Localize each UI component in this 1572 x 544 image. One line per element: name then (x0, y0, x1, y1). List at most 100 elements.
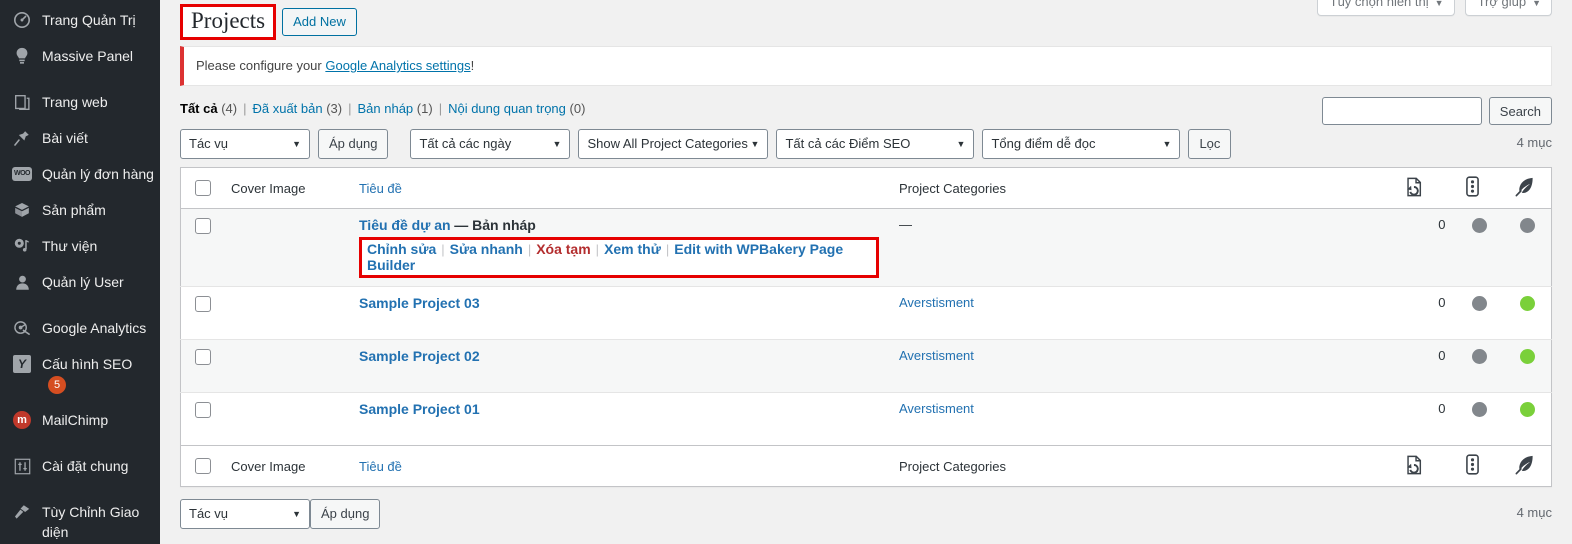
select-all-checkbox[interactable] (195, 180, 211, 197)
sidebar-item-general-settings[interactable]: Cài đặt chung (0, 448, 160, 484)
readability-feather-icon[interactable] (1514, 176, 1535, 200)
bulk-action-select-top[interactable]: Tác vụ ▼ (180, 129, 310, 159)
bulk-action-value: Tác vụ (189, 136, 229, 151)
column-header-cover-image: Cover Image (221, 167, 349, 209)
row-action-preview[interactable]: Xem thử (604, 241, 661, 257)
seo-score-filter-select[interactable]: Tất cả các Điểm SEO ▼ (776, 129, 975, 159)
sidebar-item-customizer[interactable]: Tùy Chỉnh Giao diện (0, 494, 160, 544)
table-row: Sample Project 02 Averstisment 0 (180, 339, 1552, 393)
tablenav-bottom: Tác vụ ▼ Áp dụng 4 mục (180, 499, 1552, 529)
row-category-link[interactable]: Averstisment (899, 401, 974, 416)
row-title-cell: Sample Project 01 (349, 392, 889, 446)
select-all-checkbox-footer[interactable] (195, 458, 211, 475)
separator: | (348, 101, 352, 116)
row-checkbox[interactable] (195, 217, 211, 234)
screen-options-button[interactable]: Tùy chọn hiển thị ▼ (1316, 0, 1455, 16)
row-category-link[interactable]: Averstisment (899, 348, 974, 363)
row-select-cell (180, 286, 221, 340)
row-seo-score-cell (1455, 208, 1504, 287)
sidebar-item-mailchimp[interactable]: m MailChimp (0, 402, 160, 438)
row-checkbox[interactable] (195, 295, 211, 312)
row-title-link[interactable]: Sample Project 02 (359, 348, 480, 364)
sidebar-item-products[interactable]: Sản phẩm (0, 192, 160, 228)
readability-dot (1519, 349, 1535, 365)
google-analytics-settings-link[interactable]: Google Analytics settings (325, 58, 470, 73)
add-new-button[interactable]: Add New (282, 8, 357, 36)
date-filter-select[interactable]: Tất cả các ngày ▼ (410, 129, 571, 159)
row-checkbox[interactable] (195, 348, 211, 365)
row-title-link[interactable]: Sample Project 03 (359, 295, 480, 311)
displaying-num-bottom: 4 mục (1516, 505, 1552, 520)
readability-feather-icon[interactable] (1514, 454, 1535, 478)
readability-dot (1519, 218, 1535, 234)
sidebar-item-posts[interactable]: Bài viết (0, 120, 160, 156)
row-action-edit[interactable]: Chỉnh sửa (367, 241, 436, 257)
column-footer-categories: Project Categories (889, 445, 1394, 487)
sidebar-item-dashboard[interactable]: Trang Quản Trị (0, 2, 160, 38)
row-title-link[interactable]: Sample Project 01 (359, 401, 480, 417)
row-checkbox[interactable] (195, 401, 211, 418)
status-link-all[interactable]: Tất cả (4) (180, 99, 237, 119)
chevron-down-icon: ▼ (956, 139, 966, 149)
filter-button[interactable]: Lọc (1188, 129, 1232, 159)
column-header-title-link[interactable]: Tiêu đề (359, 181, 402, 196)
table-body: Tiêu đề dự an — Bản nháp Chỉnh sửa | Sửa n… (180, 208, 1552, 446)
seo-score-traffic-light-icon[interactable] (1465, 176, 1479, 200)
import-page-icon[interactable] (1404, 177, 1423, 200)
help-label: Trợ giúp (1477, 0, 1527, 9)
seo-filter-value: Tất cả các Điểm SEO (785, 136, 911, 151)
sidebar-item-media[interactable]: Thư viện (0, 228, 160, 264)
row-action-quick-edit[interactable]: Sửa nhanh (450, 241, 523, 257)
row-seo-score-cell (1455, 339, 1504, 393)
status-link-cornerstone[interactable]: Nội dung quan trọng (0) (448, 99, 585, 119)
mailchimp-icon: m (10, 410, 34, 430)
separator: | (665, 242, 670, 257)
sidebar-item-orders[interactable]: WOO Quản lý đơn hàng (0, 156, 160, 192)
row-title-link[interactable]: Tiêu đề dự an (359, 217, 451, 233)
sidebar-item-label: Trang web (42, 94, 108, 110)
sidebar-item-site[interactable]: Trang web (0, 84, 160, 120)
sidebar-divider (0, 74, 160, 84)
seo-score-traffic-light-icon[interactable] (1465, 454, 1479, 478)
import-page-icon[interactable] (1404, 455, 1423, 478)
row-readability-cell (1503, 339, 1552, 393)
table-row: Sample Project 03 Averstisment 0 (180, 286, 1552, 340)
separator: | (441, 242, 445, 257)
seo-score-dot (1472, 349, 1487, 365)
row-post-state: — Bản nháp (454, 217, 536, 233)
readability-filter-select[interactable]: Tổng điểm dễ đọc ▼ (982, 129, 1181, 159)
search-area: Search (1321, 97, 1552, 125)
separator: | (595, 242, 600, 257)
readability-dot (1519, 296, 1535, 312)
row-readability-cell (1503, 392, 1552, 446)
chevron-down-icon: ▼ (292, 509, 301, 519)
sidebar-item-label: Trang Quản Trị (42, 12, 136, 28)
row-import-count: 0 (1393, 208, 1456, 287)
readability-filter-value: Tổng điểm dễ đọc (991, 136, 1096, 151)
row-action-trash[interactable]: Xóa tạm (536, 241, 590, 257)
chevron-down-icon: ▼ (750, 139, 760, 149)
sidebar-divider (0, 484, 160, 494)
column-footer-title: Tiêu đề (349, 445, 889, 487)
sidebar-item-google-analytics[interactable]: Google Analytics (0, 310, 160, 346)
category-filter-select[interactable]: Show All Project Categories ▼ (578, 129, 769, 159)
status-link-published[interactable]: Đã xuất bản (3) (252, 99, 342, 119)
sidebar-item-massive-panel[interactable]: Massive Panel (0, 38, 160, 74)
sidebar-item-seo[interactable]: Y Cấu hình SEO5 (0, 346, 160, 402)
sidebar-item-users[interactable]: Quản lý User (0, 264, 160, 300)
row-title-cell: Tiêu đề dự an — Bản nháp Chỉnh sửa | Sửa n… (349, 208, 889, 287)
bulk-action-select-bottom[interactable]: Tác vụ ▼ (180, 499, 310, 529)
apply-button-bottom[interactable]: Áp dụng (310, 499, 381, 529)
help-button[interactable]: Trợ giúp ▼ (1464, 0, 1552, 16)
seo-score-dot (1472, 402, 1487, 418)
search-button[interactable]: Search (1488, 97, 1552, 125)
status-link-draft[interactable]: Bản nháp (1) (358, 99, 433, 119)
apply-button-top[interactable]: Áp dụng (318, 129, 389, 159)
sidebar-item-label: Cài đặt chung (42, 458, 129, 475)
seo-score-dot (1472, 218, 1487, 234)
separator: | (243, 101, 247, 116)
column-footer-title-link[interactable]: Tiêu đề (359, 459, 402, 474)
search-input[interactable] (1321, 97, 1482, 125)
chevron-down-icon: ▼ (1532, 0, 1541, 8)
row-category-link[interactable]: Averstisment (899, 295, 974, 310)
